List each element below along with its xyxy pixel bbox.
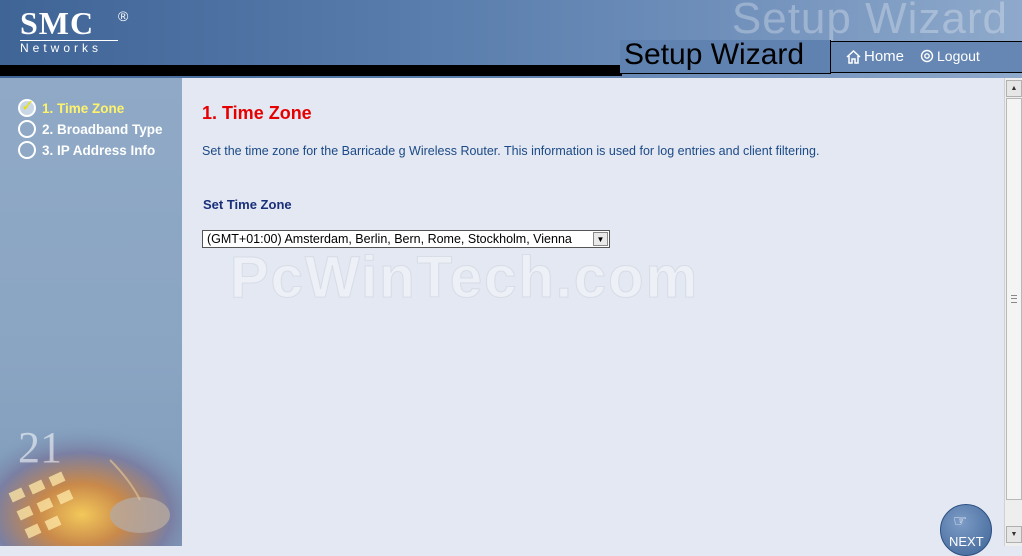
page-title: 1. Time Zone xyxy=(202,103,312,123)
logout-link[interactable]: Logout xyxy=(920,48,980,64)
sidebar-step-broadband-type[interactable]: 2. Broadband Type xyxy=(18,119,163,139)
logout-label: Logout xyxy=(937,48,980,64)
header-black-bar xyxy=(0,65,622,76)
sidebar-step-time-zone[interactable]: ✓ 1. Time Zone xyxy=(18,98,124,118)
vertical-scrollbar[interactable]: ▲ ▼ xyxy=(1004,78,1022,546)
step-circle-icon xyxy=(18,141,36,159)
header: Setup Wizard SMC ® Networks Setup Wizard… xyxy=(0,0,1022,78)
page-header-title: Setup Wizard xyxy=(624,38,805,71)
scroll-up-button[interactable]: ▲ xyxy=(1006,80,1022,97)
description: Set the time zone for the Barricade g Wi… xyxy=(202,144,820,158)
logout-icon xyxy=(920,49,934,63)
home-label: Home xyxy=(864,48,905,65)
pointing-hand-icon: ☞ xyxy=(953,513,968,530)
decorative-number: 21 xyxy=(18,423,62,472)
smc-logo: SMC ® Networks xyxy=(20,6,135,54)
scroll-grip-icon xyxy=(1011,295,1017,303)
set-time-zone-label: Set Time Zone xyxy=(203,197,292,212)
next-button[interactable]: ☞ NEXT xyxy=(940,504,992,556)
time-zone-select[interactable]: (GMT+01:00) Amsterdam, Berlin, Bern, Rom… xyxy=(202,230,610,248)
step-check-icon: ✓ xyxy=(18,98,36,117)
step-label: 3. IP Address Info xyxy=(42,142,156,158)
main-content: 1. Time Zone Set the time zone for the B… xyxy=(182,78,1004,556)
scrollbar-thumb[interactable] xyxy=(1006,98,1022,500)
chevron-down-icon[interactable]: ▼ xyxy=(593,232,608,246)
step-circle-icon xyxy=(18,120,36,138)
next-label: NEXT xyxy=(949,534,984,549)
home-icon xyxy=(846,49,861,64)
step-label: 1. Time Zone xyxy=(42,100,125,116)
home-link[interactable]: Home xyxy=(846,48,904,65)
time-zone-value: (GMT+01:00) Amsterdam, Berlin, Bern, Rom… xyxy=(207,232,572,246)
logo-main: SMC xyxy=(20,5,95,41)
decorative-keyboard-image: 21 xyxy=(0,420,182,546)
step-label: 2. Broadband Type xyxy=(42,121,163,137)
logo-registered: ® xyxy=(118,8,129,24)
watermark: PcWinTech.com xyxy=(229,245,700,311)
scroll-down-button[interactable]: ▼ xyxy=(1006,526,1022,543)
logo-sub: Networks xyxy=(20,40,118,54)
sidebar-step-ip-address-info[interactable]: 3. IP Address Info xyxy=(18,140,155,160)
